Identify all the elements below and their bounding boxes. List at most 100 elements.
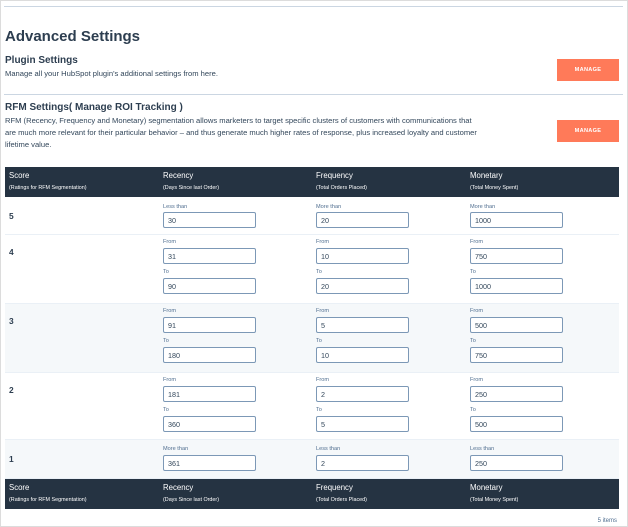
recency-input[interactable] <box>163 455 256 471</box>
header-monetary-title: Monetary <box>470 171 503 180</box>
frequency-cell: Less than <box>316 440 470 478</box>
footer-recency-title: Recency <box>163 483 194 492</box>
frequency-from-label: From <box>316 308 330 314</box>
footer-monetary-subtitle: (Total Money Spent) <box>470 497 519 503</box>
monetary-from-label: From <box>470 239 484 245</box>
monetary-label: Less than <box>470 446 495 452</box>
footer-frequency-subtitle: (Total Orders Placed) <box>316 497 367 503</box>
recency-to-label: To <box>163 269 169 275</box>
frequency-cell: More than <box>316 197 470 234</box>
rfm-settings-title: RFM Settings( Manage ROI Tracking ) <box>5 102 183 113</box>
header-score-subtitle: (Ratings for RFM Segmentation) <box>9 185 87 191</box>
rfm-description-line-3: lifetime value. <box>5 140 52 149</box>
table-row: 4 From To From To From To <box>5 235 619 304</box>
footer-monetary-title: Monetary <box>470 483 503 492</box>
recency-to-input[interactable] <box>163 416 256 432</box>
footer-recency: Recency (Days Since last Order) <box>163 479 316 509</box>
monetary-to-input[interactable] <box>470 416 563 432</box>
frequency-label: More than <box>316 204 342 210</box>
header-monetary: Monetary (Total Money Spent) <box>470 167 619 197</box>
frequency-to-input[interactable] <box>316 416 409 432</box>
rfm-table: Score (Ratings for RFM Segmentation) Rec… <box>5 167 619 479</box>
frequency-cell: From To <box>316 304 470 372</box>
rfm-description-line-1: RFM (Recency, Frequency and Monetary) se… <box>5 116 472 125</box>
frequency-from-label: From <box>316 239 330 245</box>
header-frequency-subtitle: (Total Orders Placed) <box>316 185 367 191</box>
recency-cell: From To <box>163 373 316 439</box>
section-divider <box>4 94 623 95</box>
settings-panel: Advanced Settings Plugin Settings Manage… <box>0 0 628 527</box>
monetary-from-input[interactable] <box>470 386 563 402</box>
recency-to-label: To <box>163 338 169 344</box>
score-value: 1 <box>9 454 14 464</box>
footer-score-subtitle: (Ratings for RFM Segmentation) <box>9 497 87 503</box>
recency-label: Less than <box>163 204 188 210</box>
monetary-from-label: From <box>470 377 484 383</box>
table-row: 1 More than Less than Less than <box>5 440 619 479</box>
monetary-to-label: To <box>470 269 476 275</box>
recency-from-input[interactable] <box>163 248 256 264</box>
monetary-to-label: To <box>470 338 476 344</box>
plugin-settings-description: Manage all your HubSpot plugin's additio… <box>5 69 218 78</box>
monetary-cell: More than <box>470 197 619 234</box>
monetary-to-input[interactable] <box>470 278 563 294</box>
recency-to-input[interactable] <box>163 347 256 363</box>
table-header: Score (Ratings for RFM Segmentation) Rec… <box>5 167 619 197</box>
monetary-cell: From To <box>470 373 619 439</box>
frequency-input[interactable] <box>316 212 409 228</box>
score-cell: 1 <box>5 440 163 478</box>
monetary-from-input[interactable] <box>470 248 563 264</box>
footer-recency-subtitle: (Days Since last Order) <box>163 497 220 503</box>
frequency-to-label: To <box>316 269 322 275</box>
frequency-to-input[interactable] <box>316 278 409 294</box>
score-cell: 5 <box>5 197 163 234</box>
recency-to-input[interactable] <box>163 278 256 294</box>
frequency-to-input[interactable] <box>316 347 409 363</box>
table-row: 5 Less than More than More than <box>5 197 619 235</box>
plugin-settings-manage-button[interactable]: MANAGE <box>557 59 619 81</box>
header-recency-subtitle: (Days Since last Order) <box>163 185 220 191</box>
recency-input[interactable] <box>163 212 256 228</box>
monetary-cell: From To <box>470 304 619 372</box>
items-count: 5 items <box>597 518 617 524</box>
header-monetary-subtitle: (Total Money Spent) <box>470 185 519 191</box>
monetary-label: More than <box>470 204 496 210</box>
monetary-from-input[interactable] <box>470 317 563 333</box>
recency-from-input[interactable] <box>163 386 256 402</box>
top-divider <box>4 6 623 7</box>
header-score: Score (Ratings for RFM Segmentation) <box>5 167 163 197</box>
recency-cell: Less than <box>163 197 316 234</box>
monetary-cell: Less than <box>470 440 619 478</box>
recency-from-label: From <box>163 377 177 383</box>
table-row: 3 From To From To From To <box>5 304 619 373</box>
page-title: Advanced Settings <box>5 28 141 45</box>
frequency-cell: From To <box>316 235 470 303</box>
monetary-to-input[interactable] <box>470 347 563 363</box>
recency-from-input[interactable] <box>163 317 256 333</box>
score-value: 4 <box>9 247 14 257</box>
score-cell: 3 <box>5 304 163 372</box>
score-value: 2 <box>9 385 14 395</box>
recency-from-label: From <box>163 308 177 314</box>
frequency-to-label: To <box>316 338 322 344</box>
monetary-cell: From To <box>470 235 619 303</box>
plugin-settings-title: Plugin Settings <box>5 55 78 66</box>
frequency-input[interactable] <box>316 455 409 471</box>
frequency-cell: From To <box>316 373 470 439</box>
recency-cell: From To <box>163 235 316 303</box>
footer-frequency-title: Frequency <box>316 483 353 492</box>
frequency-from-input[interactable] <box>316 386 409 402</box>
monetary-from-label: From <box>470 308 484 314</box>
header-frequency-title: Frequency <box>316 171 353 180</box>
footer-frequency: Frequency (Total Orders Placed) <box>316 479 470 509</box>
header-recency: Recency (Days Since last Order) <box>163 167 316 197</box>
recency-cell: From To <box>163 304 316 372</box>
frequency-from-input[interactable] <box>316 248 409 264</box>
rfm-settings-manage-button[interactable]: MANAGE <box>557 120 619 142</box>
score-cell: 2 <box>5 373 163 439</box>
footer-score-title: Score <box>9 483 30 492</box>
frequency-from-input[interactable] <box>316 317 409 333</box>
monetary-input[interactable] <box>470 212 563 228</box>
monetary-to-label: To <box>470 407 476 413</box>
monetary-input[interactable] <box>470 455 563 471</box>
